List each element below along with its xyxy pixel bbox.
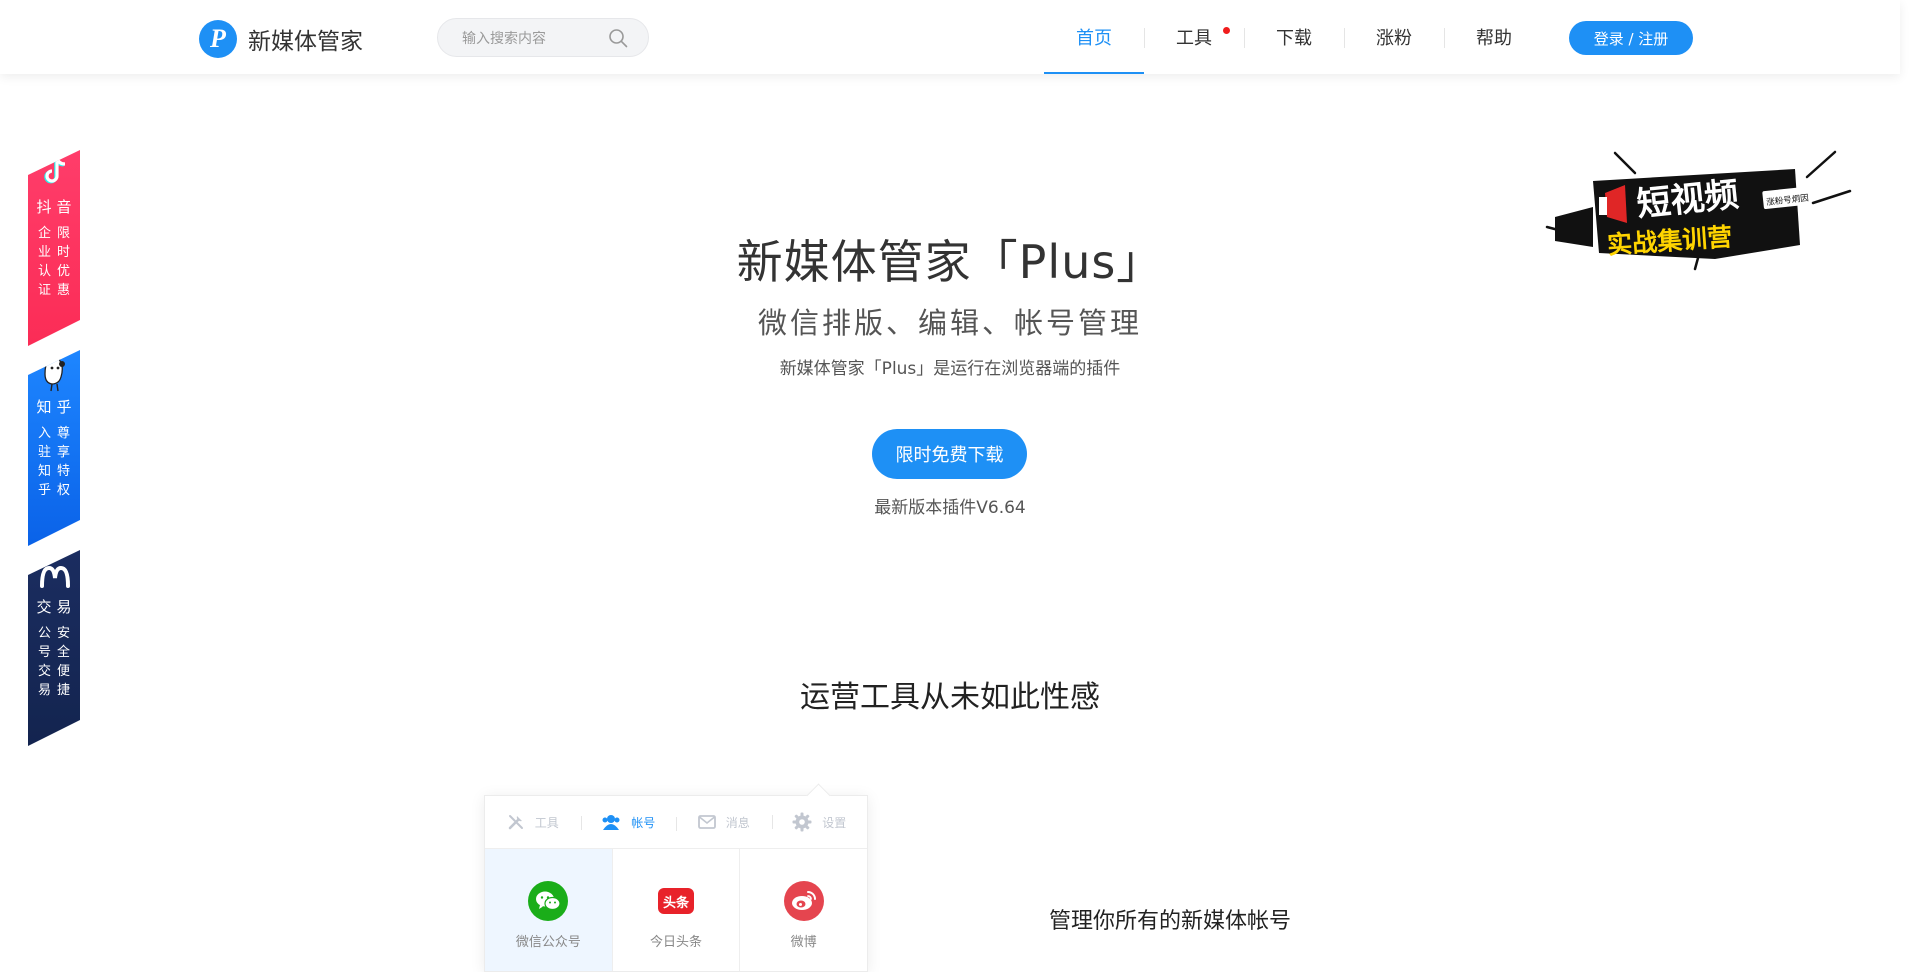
tab-label: 消息 bbox=[725, 815, 750, 830]
tab-settings[interactable]: 设置 bbox=[771, 812, 868, 832]
panel-tab-bar: 工具 帐号 消息 设置 bbox=[485, 796, 867, 849]
search-box bbox=[437, 18, 649, 57]
nav-item-label: 首页 bbox=[1076, 28, 1112, 49]
nav-item-label: 涨粉 bbox=[1376, 28, 1412, 49]
weibo-icon bbox=[783, 881, 824, 921]
banner-title: 抖音 bbox=[36, 198, 77, 216]
main-nav: 首页 工具 下载 涨粉 帮助 bbox=[1044, 0, 1544, 74]
plugin-version: 最新版本插件V6.64 bbox=[874, 498, 1026, 518]
feature-caption: 管理你所有的新媒体帐号 bbox=[1049, 909, 1292, 934]
tools-icon bbox=[508, 815, 523, 830]
tab-tools[interactable]: 工具 bbox=[485, 813, 581, 831]
trade-banner[interactable]: 交易 公号交易 安全便捷 bbox=[28, 550, 80, 746]
account-wechat[interactable]: 微信公众号 bbox=[485, 849, 613, 971]
nav-item-label: 下载 bbox=[1276, 28, 1312, 49]
douyin-icon bbox=[44, 157, 66, 184]
brand-name: 新媒体管家 bbox=[248, 29, 363, 55]
tab-label: 设置 bbox=[822, 815, 847, 830]
banner-title: 知乎 bbox=[36, 398, 77, 416]
nav-item-label: 工具 bbox=[1176, 28, 1212, 49]
top-header: P 新媒体管家 首页 工具 下载 涨粉 帮助 登录 / 注册 bbox=[0, 0, 1900, 74]
account-weibo[interactable]: 微博 bbox=[740, 849, 867, 971]
plugin-preview-panel: 工具 帐号 消息 设置 微信公众号 头条 今日头条 微博 bbox=[484, 795, 868, 972]
nav-item-label: 帮助 bbox=[1476, 28, 1512, 49]
toutiao-badge-text: 头条 bbox=[663, 895, 690, 911]
hero-subtitle: 微信排版、编辑、帐号管理 bbox=[757, 306, 1142, 340]
login-register-button[interactable]: 登录 / 注册 bbox=[1569, 21, 1693, 55]
banner-text: 入驻知乎 bbox=[37, 426, 51, 498]
hero-description: 新媒体管家「Plus」是运行在浏览器端的插件 bbox=[779, 359, 1121, 379]
banner-title: 交易 bbox=[36, 598, 77, 616]
section-title: 运营工具从未如此性感 bbox=[800, 680, 1100, 715]
tab-accounts[interactable]: 帐号 bbox=[580, 813, 677, 831]
tab-label: 工具 bbox=[534, 815, 559, 830]
hero-title: 新媒体管家「Plus」 bbox=[736, 235, 1164, 289]
banner-text: 尊享特权 bbox=[56, 426, 70, 498]
notification-dot bbox=[1223, 27, 1230, 34]
account-label: 今日头条 bbox=[650, 935, 703, 950]
nav-item-home[interactable]: 首页 bbox=[1044, 0, 1144, 74]
toutiao-icon: 头条 bbox=[656, 881, 696, 921]
wechat-icon bbox=[528, 881, 569, 921]
account-list: 微信公众号 头条 今日头条 微博 bbox=[485, 849, 867, 971]
trade-logo-icon bbox=[40, 565, 70, 588]
gear-icon bbox=[792, 812, 812, 832]
search-input[interactable] bbox=[460, 28, 604, 50]
nav-item-grow-fans[interactable]: 涨粉 bbox=[1344, 0, 1444, 74]
search-icon[interactable] bbox=[608, 28, 628, 48]
account-label: 微博 bbox=[790, 935, 817, 950]
account-label: 微信公众号 bbox=[515, 935, 581, 950]
nav-item-download[interactable]: 下载 bbox=[1244, 0, 1344, 74]
users-icon bbox=[602, 815, 620, 830]
nav-item-tools[interactable]: 工具 bbox=[1144, 0, 1244, 74]
nav-item-help[interactable]: 帮助 bbox=[1444, 0, 1544, 74]
tab-label: 帐号 bbox=[631, 815, 656, 830]
logo-icon: P bbox=[199, 20, 237, 58]
logo[interactable]: P 新媒体管家 bbox=[199, 20, 363, 58]
tab-messages[interactable]: 消息 bbox=[676, 814, 772, 831]
free-download-button[interactable]: 限时免费下载 bbox=[872, 429, 1027, 479]
message-icon bbox=[697, 815, 716, 829]
account-toutiao[interactable]: 头条 今日头条 bbox=[613, 849, 741, 971]
